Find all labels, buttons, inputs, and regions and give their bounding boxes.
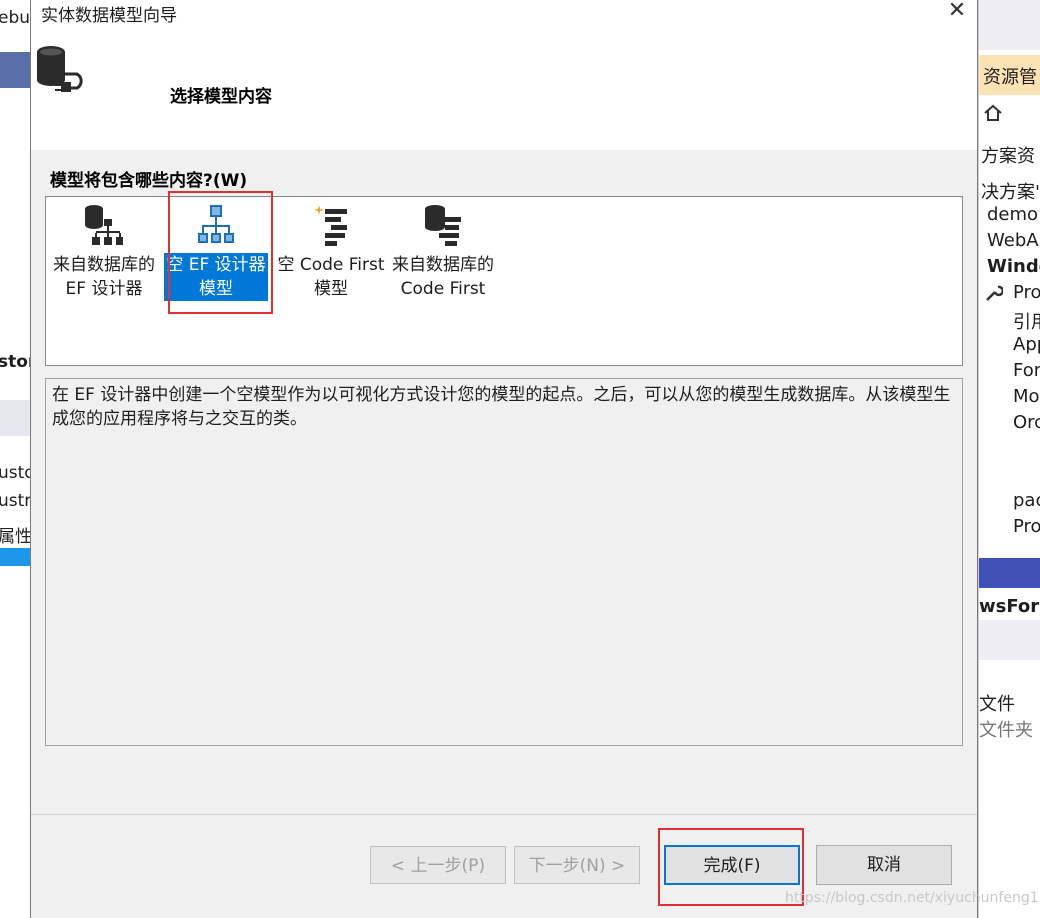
option-label: 来自数据库的 Code First bbox=[387, 253, 499, 301]
footer-separator bbox=[31, 814, 977, 815]
solution-explorer-title: 资源管 bbox=[983, 67, 1037, 88]
tree-item-solution[interactable]: 决方案"c bbox=[981, 178, 1040, 204]
option-label: 来自数据库的 EF 设计器 bbox=[48, 253, 160, 301]
option-description: 在 EF 设计器中创建一个空模型作为以可视化方式设计您的模型的起点。之后，可以从… bbox=[52, 385, 951, 429]
ide-right-lower-header bbox=[979, 558, 1040, 588]
ide-left-fragment-1: ston bbox=[0, 352, 30, 372]
finish-highlight-box bbox=[658, 828, 804, 906]
database-code-first-icon bbox=[423, 203, 463, 247]
tree-item-webapp[interactable]: WebAp bbox=[987, 230, 1040, 251]
entity-data-model-wizard: 实体数据模型向导 ✕ 选择模型内容 模型将包含哪些内容?(W) 来自数据库的 E… bbox=[30, 0, 978, 918]
ide-left-bar bbox=[0, 52, 30, 88]
database-hierarchy-icon bbox=[84, 203, 124, 247]
tree-item-references[interactable]: 引用 bbox=[1013, 308, 1040, 334]
props-item-folder: 文件夹 bbox=[979, 720, 1033, 741]
wrench-icon bbox=[983, 284, 1005, 302]
ide-left-band bbox=[0, 400, 30, 436]
option-label-line1: 来自数据库的 bbox=[392, 255, 494, 275]
ide-left-fragment-2: usto bbox=[0, 463, 30, 483]
ide-right-top bbox=[979, 0, 1040, 50]
properties-toolbar bbox=[979, 620, 1040, 660]
code-first-sparkle-icon bbox=[311, 203, 351, 247]
tree-item-model[interactable]: Mo bbox=[1013, 386, 1040, 407]
close-button[interactable]: ✕ bbox=[937, 0, 977, 26]
tree-item-order[interactable]: Orc bbox=[1013, 412, 1040, 433]
ide-menu-fragment: ebu bbox=[0, 8, 30, 28]
option-label-line2: 模型 bbox=[314, 279, 348, 299]
page-title: 选择模型内容 bbox=[170, 87, 272, 107]
selection-highlight-box bbox=[168, 191, 273, 314]
option-label: 空 Code First 模型 bbox=[275, 253, 387, 301]
option-empty-code-first-model[interactable]: 空 Code First 模型 bbox=[275, 199, 387, 303]
cancel-button[interactable]: 取消 bbox=[816, 845, 952, 885]
option-ef-designer-from-database[interactable]: 来自数据库的 EF 设计器 bbox=[48, 199, 160, 303]
tree-item-form[interactable]: For bbox=[1013, 360, 1040, 381]
home-icon bbox=[983, 104, 1003, 122]
props-item-file: 文件 bbox=[979, 694, 1015, 715]
option-label-line2: Code First bbox=[400, 279, 486, 299]
wizard-header: 选择模型内容 bbox=[31, 26, 977, 150]
ide-left-fragment-3: ustr bbox=[0, 491, 30, 511]
option-label-line1: 来自数据库的 bbox=[53, 255, 155, 275]
solution-search-placeholder[interactable]: 方案资 bbox=[981, 142, 1035, 168]
option-label-line2: EF 设计器 bbox=[65, 279, 143, 299]
tree-item-packages[interactable]: pac bbox=[1013, 490, 1040, 511]
tree-item-app[interactable]: App bbox=[1013, 334, 1040, 355]
dialog-title: 实体数据模型向导 bbox=[41, 6, 177, 26]
watermark: https://blog.csdn.net/xiyuchunfeng1 bbox=[785, 890, 1039, 906]
previous-button[interactable]: < 上一步(P) bbox=[370, 846, 506, 884]
title-bar: 实体数据模型向导 ✕ bbox=[31, 0, 977, 26]
tree-item-windows[interactable]: Windo bbox=[987, 256, 1040, 277]
ide-left-accent bbox=[0, 548, 30, 566]
model-content-question: 模型将包含哪些内容?(W) bbox=[50, 171, 248, 191]
option-label-line1: 空 Code First bbox=[277, 255, 385, 275]
tree-item-program[interactable]: Pro bbox=[1013, 516, 1040, 537]
solution-explorer-header: 资源管 bbox=[979, 55, 1040, 95]
tree-item-properties[interactable]: Pro bbox=[1013, 282, 1040, 303]
option-code-first-from-database[interactable]: 来自数据库的 Code First bbox=[387, 199, 499, 303]
database-plug-icon bbox=[33, 38, 95, 100]
ide-solution-explorer-background: 资源管 方案资 决方案"c demo1 WebAp Windo Pro 引用 A… bbox=[978, 0, 1040, 918]
next-button[interactable]: 下一步(N) > bbox=[514, 846, 640, 884]
description-panel: 在 EF 设计器中创建一个空模型作为以可视化方式设计您的模型的起点。之后，可以从… bbox=[45, 378, 963, 746]
ide-left-fragment-4: 属性 bbox=[0, 527, 30, 547]
ide-left-background: ebu ston usto ustr 属性 bbox=[0, 0, 30, 918]
tree-item-demo[interactable]: demo1 bbox=[987, 204, 1040, 225]
properties-target: wsForm bbox=[979, 596, 1040, 617]
